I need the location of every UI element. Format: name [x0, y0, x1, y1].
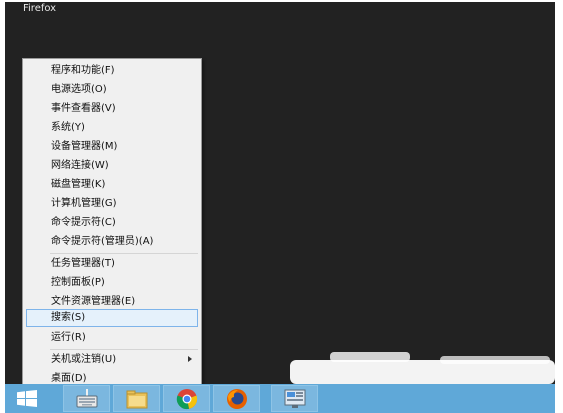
taskbar: [5, 384, 555, 413]
firefox-icon: [227, 389, 247, 409]
menu-item-label: 文件资源管理器(E): [51, 296, 136, 307]
menu-item-computer-management[interactable]: 计算机管理(G): [26, 195, 198, 213]
taskbar-button-keyboard[interactable]: [63, 385, 110, 412]
menu-item-event-viewer[interactable]: 事件查看器(V): [26, 100, 198, 118]
menu-item-label: 关机或注销(U): [51, 354, 117, 365]
menu-item-label: 控制面板(P): [51, 277, 105, 288]
keyboard-icon: [76, 389, 98, 408]
menu-item-command-prompt[interactable]: 命令提示符(C): [26, 214, 198, 232]
menu-item-label: 系统(Y): [51, 122, 85, 133]
windows-logo-icon: [17, 390, 37, 407]
menu-separator: [50, 253, 198, 254]
chrome-icon: [176, 389, 198, 410]
menu-item-label: 电源选项(O): [51, 84, 107, 95]
menu-item-command-prompt-admin[interactable]: 命令提示符(管理员)(A): [26, 233, 198, 251]
menu-item-label: 事件查看器(V): [51, 103, 116, 114]
menu-item-shutdown-or-sign-out[interactable]: 关机或注销(U): [26, 351, 198, 369]
submenu-arrow-icon: [188, 356, 192, 362]
menu-item-control-panel[interactable]: 控制面板(P): [26, 274, 198, 292]
menu-item-label: 任务管理器(T): [51, 258, 115, 269]
taskbar-button-control-panel[interactable]: [271, 385, 318, 412]
menu-separator: [50, 349, 198, 350]
menu-item-network-connections[interactable]: 网络连接(W): [26, 157, 198, 175]
file-explorer-icon: [126, 390, 148, 409]
menu-item-system[interactable]: 系统(Y): [26, 119, 198, 137]
menu-item-disk-management[interactable]: 磁盘管理(K): [26, 176, 198, 194]
menu-item-label: 命令提示符(C): [51, 217, 116, 228]
menu-item-power-options[interactable]: 电源选项(O): [26, 81, 198, 99]
menu-item-device-manager[interactable]: 设备管理器(M): [26, 138, 198, 156]
obscured-area: [330, 352, 410, 362]
menu-item-label: 计算机管理(G): [51, 198, 117, 209]
taskbar-button-firefox[interactable]: [213, 385, 260, 412]
menu-item-label: 程序和功能(F): [51, 65, 115, 76]
menu-item-search[interactable]: 搜索(S): [26, 309, 198, 327]
taskbar-button-chrome[interactable]: [163, 385, 210, 412]
start-button[interactable]: [5, 384, 55, 413]
screenshot: Firefox 程序和功能(F) 电源选项(O) 事件查看器(V) 系统(Y) …: [0, 0, 563, 413]
menu-item-programs-and-features[interactable]: 程序和功能(F): [26, 62, 198, 80]
menu-item-label: 搜索(S): [51, 312, 86, 323]
menu-item-label: 网络连接(W): [51, 160, 109, 171]
start-context-menu: 程序和功能(F) 电源选项(O) 事件查看器(V) 系统(Y) 设备管理器(M)…: [22, 58, 202, 388]
menu-item-label: 命令提示符(管理员)(A): [51, 236, 154, 247]
taskbar-button-file-explorer[interactable]: [113, 385, 160, 412]
menu-item-label: 桌面(D): [51, 373, 87, 384]
menu-item-label: 磁盘管理(K): [51, 179, 106, 190]
obscured-area: [440, 356, 550, 364]
menu-item-label: 运行(R): [51, 332, 86, 343]
menu-item-run[interactable]: 运行(R): [26, 329, 198, 347]
menu-item-label: 设备管理器(M): [51, 141, 118, 152]
window-title: Firefox: [23, 3, 57, 14]
control-panel-icon: [284, 389, 306, 408]
menu-item-task-manager[interactable]: 任务管理器(T): [26, 255, 198, 273]
